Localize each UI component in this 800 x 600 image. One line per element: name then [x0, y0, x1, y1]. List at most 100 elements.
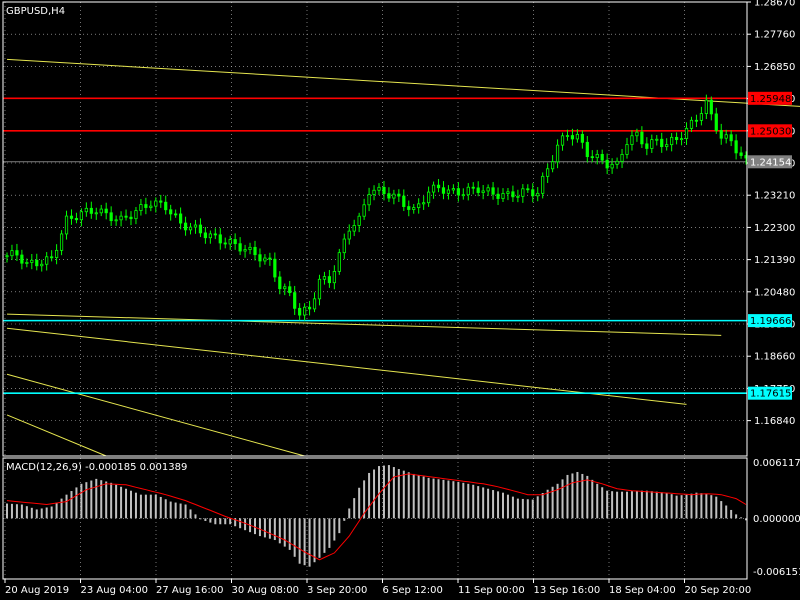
time-tick-label: 27 Aug 16:00	[156, 585, 223, 596]
candle-body	[203, 232, 207, 239]
macd-bar	[110, 482, 113, 519]
time-tick-label: 23 Aug 04:00	[81, 585, 148, 596]
time-tick-label: 30 Aug 08:00	[232, 585, 299, 596]
candle-body	[575, 133, 580, 140]
macd-bar	[650, 491, 653, 519]
macd-bar	[382, 465, 385, 519]
candle-body	[149, 205, 153, 208]
candle-body	[734, 140, 738, 154]
macd-bar	[427, 477, 430, 519]
candle-body	[436, 184, 441, 189]
candle-body	[233, 239, 237, 245]
macd-bar	[130, 490, 132, 519]
macd-bar	[447, 480, 450, 519]
macd-bar	[621, 491, 624, 519]
candle-body	[283, 286, 287, 290]
macd-tick-label: 0.000000	[753, 514, 800, 525]
candle-body	[238, 243, 242, 252]
macd-bar	[125, 488, 128, 519]
macd-bar	[254, 518, 256, 535]
candle-body	[511, 191, 515, 198]
macd-bar	[472, 484, 475, 519]
candle-body	[183, 222, 188, 231]
macd-bar	[239, 518, 242, 529]
candle-body	[714, 113, 718, 131]
price-tag-label: 1.25030	[750, 126, 791, 137]
candle-body	[124, 215, 128, 218]
macd-bar	[50, 506, 53, 519]
macd-bar	[65, 494, 68, 519]
candle-body	[600, 153, 604, 161]
macd-bar	[452, 481, 455, 519]
candle-body	[134, 210, 138, 220]
macd-bar	[630, 491, 633, 519]
macd-bar	[214, 518, 217, 525]
candle-body	[689, 119, 694, 129]
macd-bar	[502, 492, 504, 519]
candle-body	[694, 119, 699, 122]
macd-bar	[70, 491, 73, 519]
macd-bar	[640, 490, 643, 519]
candle-body	[481, 190, 485, 193]
macd-bar	[740, 517, 743, 519]
candle-body	[555, 144, 560, 163]
candle-body	[441, 187, 446, 194]
candle-body	[570, 135, 575, 140]
time-tick-label: 11 Sep 00:00	[458, 585, 525, 596]
macd-bar	[487, 488, 490, 519]
macd-bar	[412, 473, 415, 519]
candle-body	[357, 215, 361, 226]
candle-body	[193, 224, 198, 228]
candle-body	[50, 256, 54, 259]
candle-body	[417, 203, 421, 208]
macd-bar	[10, 503, 13, 519]
time-tick-label: 6 Sep 12:00	[383, 585, 443, 596]
chart-canvas[interactable]: 1.286701.277601.268501.259401.250301.241…	[0, 0, 800, 600]
candle-body	[169, 209, 173, 215]
candle-body	[218, 234, 222, 244]
macd-bar	[75, 487, 78, 519]
macd-bar	[244, 518, 247, 531]
price-tag-label: 1.25948	[750, 94, 791, 105]
candle-body	[109, 212, 113, 222]
candle-body	[426, 191, 431, 204]
macd-bar	[159, 496, 162, 519]
macd-bar	[645, 490, 648, 519]
macd-bar	[179, 503, 182, 519]
candle-body	[392, 193, 396, 199]
candle-body	[15, 250, 19, 256]
macd-bar	[154, 494, 157, 519]
time-tick-label: 13 Sep 16:00	[534, 585, 601, 596]
macd-bar	[710, 495, 713, 519]
candle-body	[605, 159, 609, 169]
candle-body	[665, 144, 669, 148]
candle-body	[536, 192, 540, 197]
price-tick-label: 1.27760	[754, 30, 795, 41]
candle-body	[675, 136, 679, 141]
candle-body	[397, 193, 401, 197]
candle-body	[541, 175, 545, 194]
candle-body	[382, 186, 386, 195]
candle-body	[278, 276, 282, 290]
candle-body	[84, 207, 88, 213]
macd-bar	[571, 473, 574, 519]
macd-bar	[139, 494, 142, 519]
macd-bar	[566, 474, 569, 519]
candle-body	[322, 276, 327, 280]
candle-body	[243, 249, 247, 252]
candle-body	[139, 204, 143, 211]
candle-body	[178, 213, 183, 224]
candle-body	[422, 202, 426, 205]
macd-bar	[561, 479, 564, 519]
candle-body	[332, 271, 336, 284]
candle-body	[625, 144, 629, 155]
macd-bar	[715, 496, 718, 519]
macd-bar	[164, 499, 167, 519]
macd-bar	[224, 518, 227, 525]
candle-body	[337, 252, 341, 272]
macd-bar	[194, 514, 197, 519]
macd-bar	[318, 518, 321, 558]
candle-body	[159, 200, 163, 203]
macd-bar	[184, 504, 187, 519]
price-tick-label: 1.22300	[754, 223, 795, 234]
